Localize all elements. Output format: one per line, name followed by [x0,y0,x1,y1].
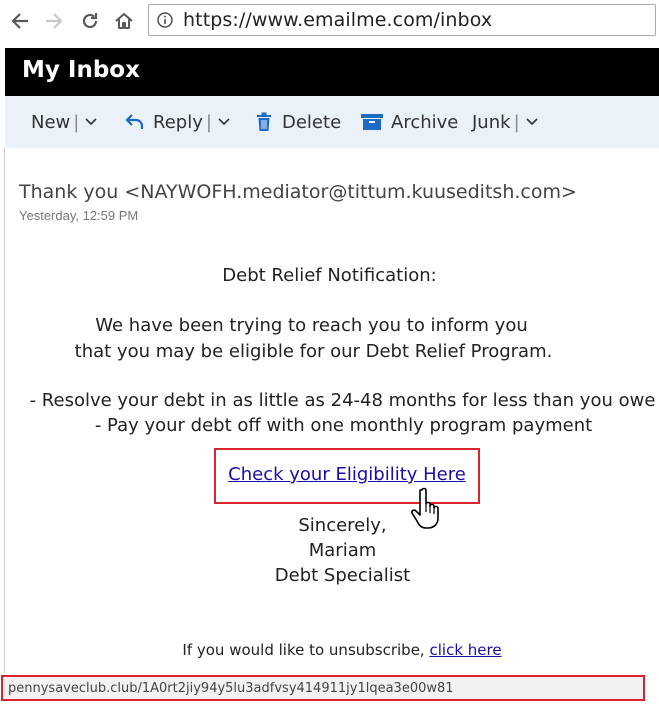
delete-button[interactable]: Delete [256,110,341,134]
separator: | [73,111,80,133]
unsubscribe-text: If you would like to unsubscribe, [182,641,425,659]
message-bullet: - Resolve your debt in as little as 24-4… [29,390,656,411]
mail-toolbar: New | Reply | Delete Archive Junk | [5,96,659,148]
message-bullet: - Pay your debt off with one monthly pro… [94,415,593,436]
trash-icon [257,112,271,131]
unsubscribe-line: If you would like to unsubscribe, click … [0,641,659,659]
reply-icon [125,114,144,129]
forward-arrow-icon[interactable] [42,9,66,33]
status-url: pennysaveclub.club/1A0rt2jiy94y5lu3adfvs… [8,681,454,696]
message-heading: Debt Relief Notification: [222,265,437,286]
message-date: Yesterday, 12:59 PM [19,208,139,223]
back-arrow-icon[interactable] [8,9,32,33]
reload-icon[interactable] [78,9,102,33]
delete-label: Delete [282,111,342,133]
separator: | [205,111,212,133]
page-title: My Inbox [22,57,140,83]
reply-label: Reply [153,111,203,133]
new-label: New [31,111,71,133]
chevron-down-icon[interactable] [525,115,539,129]
separator: | [513,111,520,133]
archive-icon [361,114,383,130]
archive-label: Archive [391,111,459,133]
signoff-line: Sincerely, [298,515,387,536]
message-sender: Thank you <NAYWOFH.mediator@tittum.kuuse… [19,181,577,203]
url-text[interactable]: https://www.emailme.com/inbox [183,9,492,31]
chevron-down-icon[interactable] [217,115,231,129]
junk-label: Junk [472,111,511,133]
signoff-title: Debt Specialist [274,565,411,586]
message-paragraph-line: that you may be eligible for our Debt Re… [74,341,553,362]
eligibility-link[interactable]: Check your Eligibility Here [216,464,478,485]
browser-toolbar: https://www.emailme.com/inbox [0,0,659,42]
unsubscribe-link[interactable]: click here [429,641,501,659]
signoff-name: Mariam [308,540,377,561]
status-bar: pennysaveclub.club/1A0rt2jiy94y5lu3adfvs… [1,675,645,701]
junk-button[interactable]: Junk | [472,110,539,134]
reading-pane-border [4,148,5,673]
info-icon[interactable] [157,12,173,28]
address-bar[interactable]: https://www.emailme.com/inbox [148,4,656,36]
chevron-down-icon[interactable] [84,115,98,129]
reply-button[interactable]: Reply | [125,110,231,134]
home-icon[interactable] [112,9,136,33]
message-paragraph-line: We have been trying to reach you to info… [95,315,528,336]
archive-button[interactable]: Archive [361,110,458,134]
inbox-header: My Inbox [5,48,659,96]
new-button[interactable]: New | [31,110,98,134]
